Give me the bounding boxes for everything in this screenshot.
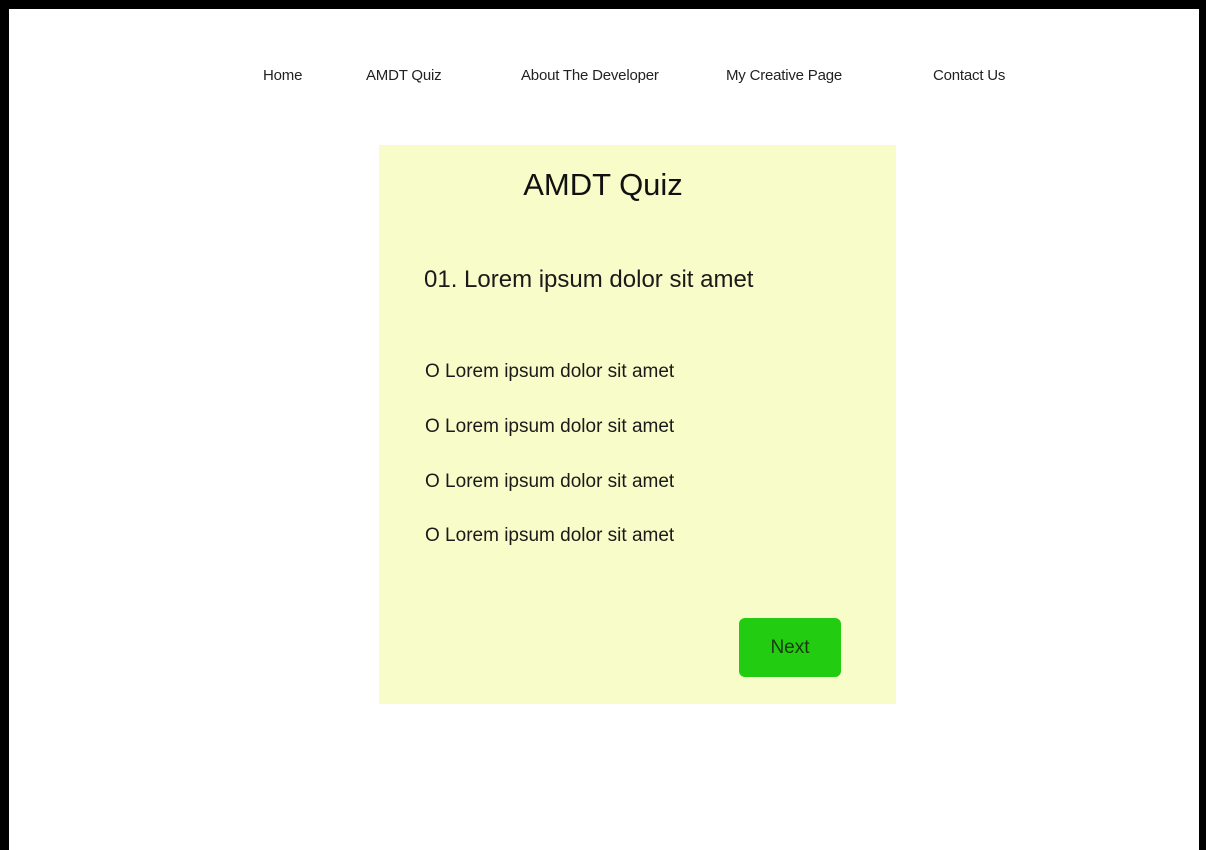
nav-creative-page[interactable]: My Creative Page <box>726 67 842 84</box>
question-text: 01. Lorem ipsum dolor sit amet <box>424 266 754 293</box>
quiz-title: AMDT Quiz <box>523 167 683 202</box>
answer-option-3[interactable]: O Lorem ipsum dolor sit amet <box>425 471 674 493</box>
nav-home[interactable]: Home <box>263 67 302 84</box>
next-button-label: Next <box>770 636 810 658</box>
answer-option-4[interactable]: O Lorem ipsum dolor sit amet <box>425 525 674 547</box>
nav-amdt-quiz[interactable]: AMDT Quiz <box>366 67 442 84</box>
answer-option-2[interactable]: O Lorem ipsum dolor sit amet <box>425 416 674 438</box>
nav-about-developer[interactable]: About The Developer <box>521 67 659 84</box>
nav-contact-us[interactable]: Contact Us <box>933 67 1005 84</box>
next-button[interactable]: Next <box>739 618 841 677</box>
answer-option-1[interactable]: O Lorem ipsum dolor sit amet <box>425 361 674 383</box>
